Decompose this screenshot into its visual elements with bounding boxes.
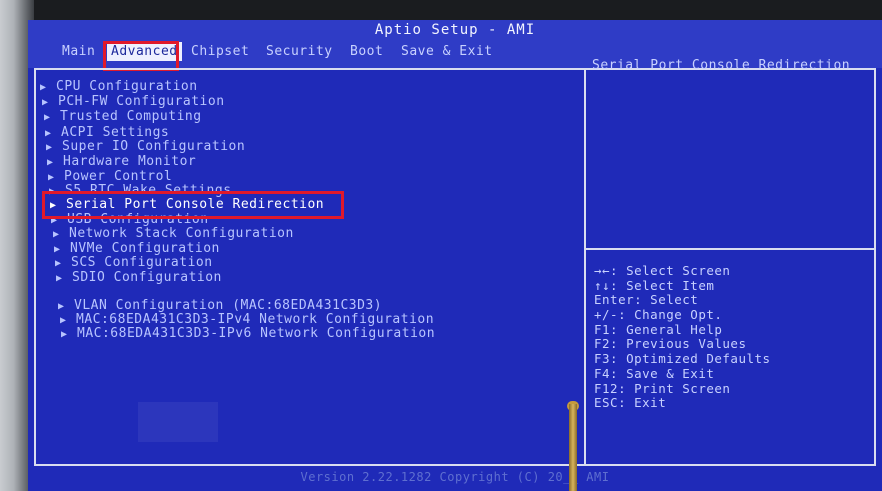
tab-security[interactable]: Security [262,42,337,61]
screen-glare [138,402,218,442]
menu-item-network-stack-configuration[interactable]: ▶ Network Stack Configuration [53,226,294,241]
key-legend: →←: Select Screen ↑↓: Select Item Enter:… [594,263,771,410]
submenu-arrow-icon: ▶ [53,229,60,240]
submenu-arrow-icon: ▶ [44,112,51,123]
menu-item-ipv6-network-configuration[interactable]: ▶ MAC:68EDA431C3D3-IPv6 Network Configura… [61,326,435,341]
tab-advanced[interactable]: Advanced [107,42,182,61]
submenu-arrow-icon: ▶ [40,82,47,93]
tab-chipset[interactable]: Chipset [187,42,253,61]
submenu-arrow-icon: ▶ [45,128,52,139]
menu-item-usb-configuration[interactable]: ▶ USB Configuration [51,212,209,227]
menu-item-s5-rtc-wake-settings[interactable]: ▶ S5 RTC Wake Settings [49,183,232,198]
menu-item-hardware-monitor[interactable]: ▶ Hardware Monitor [47,154,196,169]
tab-save-exit[interactable]: Save & Exit [397,42,497,61]
submenu-arrow-icon: ▶ [61,329,68,340]
submenu-arrow-icon: ▶ [48,172,55,183]
key-hint-save-exit: F4: Save & Exit [594,365,715,381]
menu-item-vlan-configuration[interactable]: ▶ VLAN Configuration (MAC:68EDA431C3D3) [58,298,382,313]
menu-item-cpu-configuration[interactable]: ▶ CPU Configuration [40,79,198,94]
submenu-arrow-icon: ▶ [42,97,49,108]
help-description: Serial Port Console Redirection [592,58,851,73]
menu-item-pch-fw-configuration[interactable]: ▶ PCH-FW Configuration [42,94,225,109]
submenu-arrow-icon: ▶ [54,244,61,255]
tab-boot[interactable]: Boot [346,42,387,61]
submenu-arrow-icon: ▶ [56,273,63,284]
bios-screen: Aptio Setup - AMI Main Advanced Chipset … [28,20,882,491]
key-hint-previous-values: F2: Previous Values [594,336,747,352]
advanced-menu-list: ▶ CPU Configuration ▶ PCH-FW Configuration… [36,70,584,464]
menu-item-ipv4-network-configuration[interactable]: ▶ MAC:68EDA431C3D3-IPv4 Network Configura… [60,312,434,327]
stylus-pin [569,404,577,491]
menu-item-sdio-configuration[interactable]: ▶ SDIO Configuration [56,270,222,285]
submenu-arrow-icon: ▶ [58,301,65,312]
submenu-arrow-icon: ▶ [47,157,54,168]
key-hint-enter-select: Enter: Select [594,292,699,308]
key-hint-general-help: F1: General Help [594,321,723,337]
submenu-arrow-icon: ▶ [55,258,62,269]
setup-title: Aptio Setup - AMI [374,22,536,38]
tab-main[interactable]: Main [58,42,99,61]
submenu-arrow-icon: ▶ [51,215,58,226]
key-hint-select-item: ↑↓: Select Item [594,277,715,293]
menu-item-acpi-settings[interactable]: ▶ ACPI Settings [45,125,169,140]
key-hint-print-screen: F12: Print Screen [594,380,731,396]
menu-item-trusted-computing[interactable]: ▶ Trusted Computing [44,109,202,124]
submenu-arrow-icon: ▶ [50,200,57,211]
help-divider-horizontal [586,248,876,250]
menu-item-serial-port-console-redirection[interactable]: ▶ Serial Port Console Redirection [50,197,324,212]
submenu-arrow-icon: ▶ [46,142,53,153]
key-hint-esc-exit: ESC: Exit [594,395,667,411]
pane-divider-vertical [584,68,586,466]
menu-item-super-io-configuration[interactable]: ▶ Super IO Configuration [46,139,245,154]
menu-item-nvme-configuration[interactable]: ▶ NVMe Configuration [54,241,220,256]
menu-item-scs-configuration[interactable]: ▶ SCS Configuration [55,255,213,270]
version-footer: Version 2.22.1282 Copyright (C) 20__ AMI [300,470,610,484]
key-hint-optimized-defaults: F3: Optimized Defaults [594,351,771,367]
key-hint-select-screen: →←: Select Screen [594,263,731,278]
menu-item-power-control[interactable]: ▶ Power Control [48,169,172,184]
submenu-arrow-icon: ▶ [49,186,56,197]
key-hint-change-opt: +/-: Change Opt. [594,307,723,323]
submenu-arrow-icon: ▶ [60,315,67,326]
